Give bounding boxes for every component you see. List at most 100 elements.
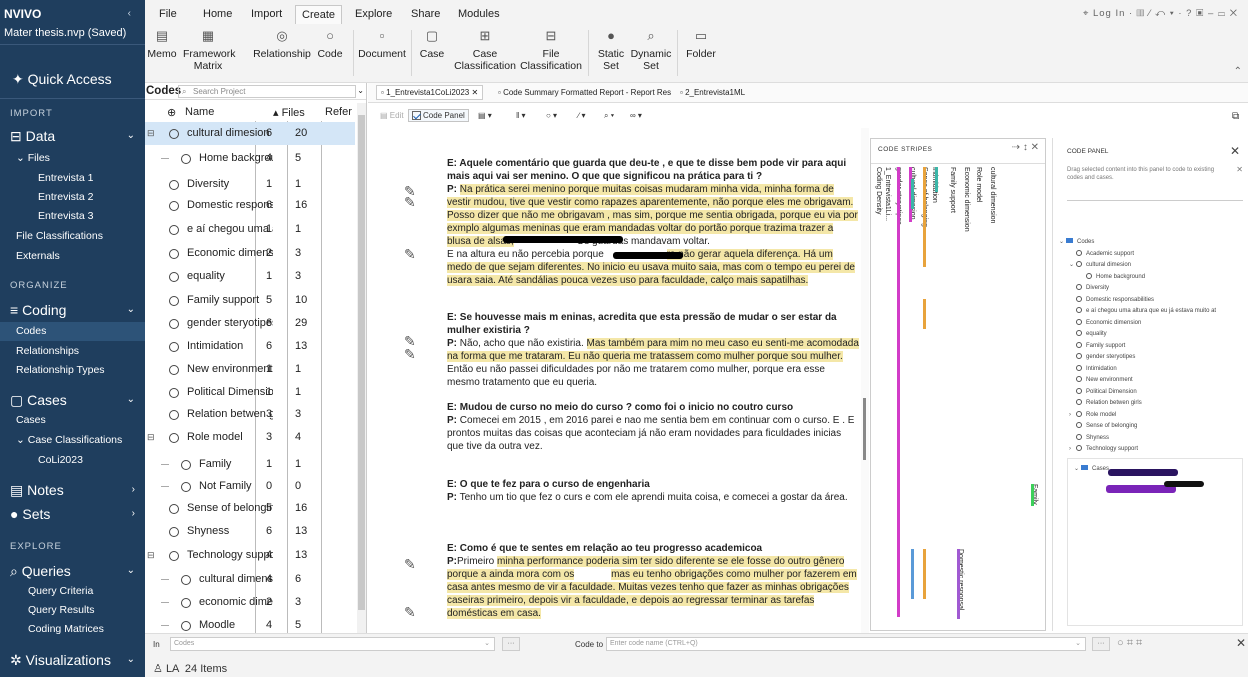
nav-coding[interactable]: ≡ Coding ⌄ <box>10 302 135 318</box>
collapse-sidebar-icon[interactable]: ‹ <box>128 8 131 19</box>
annotation-pen-icon[interactable]: ✎ <box>404 604 416 621</box>
code-row[interactable]: New environment 1 1 <box>145 358 355 381</box>
nav-sets[interactable]: ● Sets › <box>10 506 135 522</box>
code-panel-folder[interactable]: ⌄ Codes <box>1059 238 1094 245</box>
menu-file[interactable]: File <box>159 8 177 20</box>
create-code-button[interactable]: ○ Code <box>315 29 345 60</box>
coding-stripe[interactable] <box>923 549 926 599</box>
annotations-dropdown[interactable]: ▤ ▾ <box>478 111 492 120</box>
nav-file-item[interactable]: Entrevista 3 <box>38 210 93 222</box>
create-case-button[interactable]: ▢ Case <box>417 29 447 60</box>
document-scrollbar[interactable] <box>861 128 869 633</box>
code-row[interactable]: e aí chegou uma alt11 <box>145 218 355 241</box>
nav-query-criteria[interactable]: Query Criteria <box>28 585 93 597</box>
nav-case-class-item[interactable]: CoLi2023 <box>38 454 83 466</box>
code-row[interactable]: equality 1 3 <box>145 265 355 288</box>
code-row[interactable]: Home backgrou 4 5 <box>145 147 355 170</box>
code-row[interactable]: Family 1 1 <box>145 453 355 476</box>
tab-entrevista1ml[interactable]: ▫ 2_Entrevista1ML <box>680 88 745 97</box>
coding-stripe[interactable] <box>897 167 900 617</box>
menu-create[interactable]: Create <box>295 5 343 24</box>
stripes-dropdown[interactable]: ‖ ▾ <box>516 111 526 120</box>
code-row[interactable]: cultural dimensi 4 6 <box>145 568 355 591</box>
code-row[interactable]: Not Family 0 0 <box>145 475 355 498</box>
code-panel-code[interactable]: Intimidation <box>1069 364 1117 372</box>
annotation-pen-icon[interactable]: ✎ <box>404 194 416 211</box>
stripe-label[interactable]: 1_Entrevista1Li... <box>884 167 891 221</box>
nav-cases[interactable]: ▢ Cases ⌄ <box>10 392 135 409</box>
code-row[interactable]: Relation betwen girl33 <box>145 403 355 426</box>
create-case-classification-button[interactable]: ⊞ Case Classification <box>450 29 520 72</box>
code-panel-code[interactable]: Academic support <box>1069 249 1134 257</box>
nav-codes[interactable]: Codes <box>0 322 145 341</box>
edit-toggle[interactable]: ▤ Edit <box>380 111 404 120</box>
annotation-pen-icon[interactable]: ✎ <box>404 346 416 363</box>
create-folder-button[interactable]: ▭ Folder <box>682 29 720 60</box>
create-static-set-button[interactable]: ● Static Set <box>595 29 627 72</box>
create-relationship-button[interactable]: ◎ Relationship <box>251 29 313 60</box>
nav-relationship-types[interactable]: Relationship Types <box>16 364 105 376</box>
close-icon[interactable]: ✕ <box>1236 636 1246 650</box>
menu-share[interactable]: Share <box>411 8 440 20</box>
code-row[interactable]: Sense of belonging 5 16 <box>145 497 355 520</box>
nav-coding-matrices[interactable]: Coding Matrices <box>28 623 104 635</box>
nav-file-item[interactable]: Entrevista 1 <box>38 172 93 184</box>
nav-queries[interactable]: ⌕ Queries ⌄ <box>10 563 135 580</box>
coding-stripe[interactable] <box>935 167 938 192</box>
code-panel-code[interactable]: Relation betwen girls <box>1069 399 1142 406</box>
col-references[interactable]: Refer <box>325 106 352 118</box>
code-row[interactable]: Political Dimension 1 1 <box>145 381 355 404</box>
code-panel-code[interactable]: Shyness <box>1069 433 1109 441</box>
menu-modules[interactable]: Modules <box>458 8 500 20</box>
highlight-dropdown[interactable]: ∕ ▾ <box>578 111 586 120</box>
nav-file-item[interactable]: Entrevista 2 <box>38 191 93 203</box>
code-row[interactable]: gender steryotipes 6 29 <box>145 312 355 335</box>
search-project-input[interactable]: ⌕ Search Project <box>178 85 356 98</box>
in-scope-select[interactable]: Codes ⌄ <box>170 637 495 651</box>
coding-stripe[interactable] <box>1031 484 1034 506</box>
code-panel-code[interactable]: e aí chegou uma altura que eu já estava … <box>1069 307 1216 314</box>
code-panel-code[interactable]: › Role model <box>1069 410 1116 418</box>
nav-notes[interactable]: ▤ Notes › <box>10 482 135 499</box>
link-dropdown[interactable]: ∞ ▾ <box>630 111 642 120</box>
nav-cases-item[interactable]: Cases <box>16 414 46 426</box>
code-panel-code[interactable]: gender steryotipes <box>1069 353 1135 360</box>
code-panel-code[interactable]: Domestic responsabilities <box>1069 295 1154 303</box>
stripe-label[interactable]: cultural dimension <box>989 167 996 223</box>
nav-query-results[interactable]: Query Results <box>28 604 95 616</box>
annotation-pen-icon[interactable]: ✎ <box>404 556 416 573</box>
window-tools[interactable]: ⌖ Log In · ▥ ∕ ↶ ▾ · ? ▣ – ▭ ✕ <box>1083 8 1238 19</box>
close-icon[interactable]: ✕ <box>471 88 478 97</box>
chevron-down-icon[interactable]: ⌄ <box>357 86 364 95</box>
nav-externals[interactable]: Externals <box>16 250 60 262</box>
code-panel-code[interactable]: Family support <box>1069 341 1125 349</box>
cases-folder[interactable]: ⌄ Cases <box>1074 465 1109 472</box>
stripes-controls[interactable]: ⇢ ↕ ✕ <box>1012 142 1039 153</box>
code-row[interactable]: Diversity 1 1 <box>145 173 355 196</box>
code-to-input[interactable]: Enter code name (CTRL+Q) ⌄ <box>606 637 1086 651</box>
collapse-ribbon-icon[interactable]: ⌃ <box>1234 66 1242 77</box>
code-panel-code[interactable]: Home background <box>1079 272 1145 280</box>
collapse-icon[interactable]: ⊟ <box>147 544 155 567</box>
code-panel-code[interactable]: Economic dimension <box>1069 318 1141 326</box>
coding-stripe[interactable] <box>911 179 914 209</box>
create-framework-matrix-button[interactable]: ▦ Framework Matrix <box>183 29 236 72</box>
nav-file-classifications[interactable]: File Classifications <box>16 230 103 242</box>
menu-home[interactable]: Home <box>203 8 232 20</box>
collapse-icon[interactable]: ⊟ <box>147 122 155 145</box>
stripe-label[interactable]: Family support <box>949 167 956 213</box>
zoom-dropdown[interactable]: ⌕ ▾ <box>604 111 614 121</box>
create-document-button[interactable]: ▫ Document <box>357 29 407 60</box>
create-file-classification-button[interactable]: ⊟ File Classification <box>520 29 582 72</box>
code-row[interactable]: Intimidation 6 13 <box>145 335 355 358</box>
code-row[interactable]: Family support 5 10 <box>145 289 355 312</box>
popout-icon[interactable]: ⧉ <box>1232 111 1239 122</box>
col-files[interactable]: ▴ Files <box>273 106 305 119</box>
code-row[interactable]: ⊟ cultural dimesion 6 20 <box>145 122 355 145</box>
codes-scrollbar[interactable] <box>357 103 366 633</box>
nav-data[interactable]: ⊟ Data ⌄ <box>10 128 135 145</box>
document-viewer[interactable]: ✎ ✎ E: Aquele comentário que guarda que … <box>368 128 861 633</box>
stripe-label[interactable]: Role model <box>975 167 982 202</box>
close-icon[interactable]: ✕ <box>1230 144 1240 158</box>
nav-case-classifications[interactable]: ⌄ Case Classifications <box>16 434 122 446</box>
